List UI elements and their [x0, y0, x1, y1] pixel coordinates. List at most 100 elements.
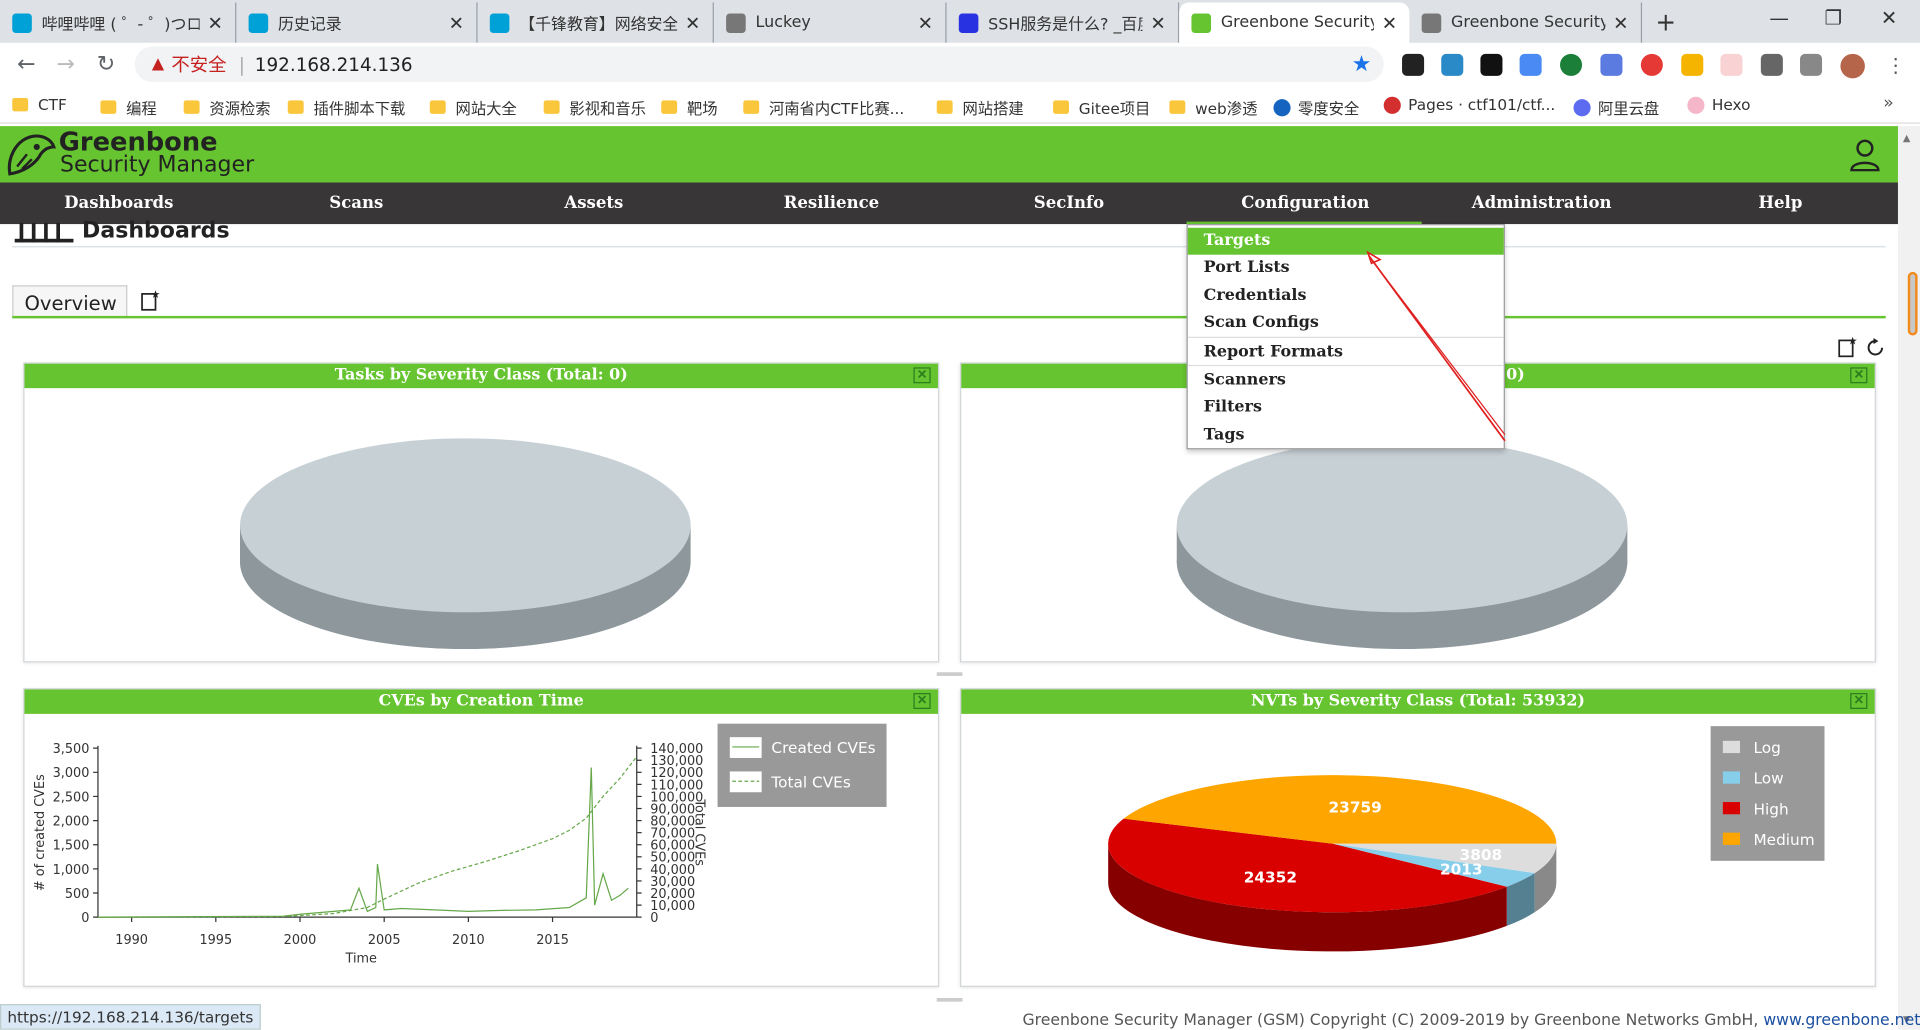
- close-panel-icon[interactable]: ✕: [1850, 367, 1868, 384]
- tab-close-icon[interactable]: ✕: [207, 12, 222, 34]
- bookmark-item[interactable]: 阿里云盘: [1573, 96, 1659, 119]
- close-panel-icon[interactable]: ✕: [913, 693, 931, 709]
- back-icon[interactable]: ←: [17, 51, 35, 77]
- scroll-up-icon[interactable]: ▲: [1903, 132, 1911, 143]
- browser-tab[interactable]: Greenbone Security M ✕: [1409, 2, 1643, 43]
- panel-title: Tasks by Severity Class (Total: 0) ✕: [24, 363, 938, 389]
- tab-close-icon[interactable]: ✕: [1150, 12, 1165, 34]
- extension-icon[interactable]: [1560, 53, 1583, 76]
- translate-icon[interactable]: [1519, 53, 1542, 76]
- url-text: 192.168.214.136: [254, 53, 413, 76]
- bookmark-item[interactable]: 资源检索: [183, 96, 271, 119]
- bookmark-item[interactable]: 靶场: [661, 96, 718, 119]
- bookmark-item[interactable]: web渗透: [1169, 96, 1257, 119]
- bookmark-item[interactable]: CTF: [12, 96, 67, 114]
- legend-label: Created CVEs: [771, 739, 875, 757]
- minimize-icon[interactable]: —: [1769, 6, 1789, 29]
- menu-scans[interactable]: Scans: [238, 182, 476, 224]
- bookmark-label: 影视和音乐: [569, 99, 646, 118]
- folder-icon: [1053, 100, 1069, 114]
- nvts-pie-chart: 380820132435223759LogLowHighMedium: [1108, 726, 1825, 952]
- bookmark-item[interactable]: 插件脚本下载: [287, 96, 405, 119]
- extension-icon[interactable]: [1480, 53, 1503, 76]
- bookmark-star-icon[interactable]: ★: [1352, 51, 1372, 77]
- forward-icon[interactable]: →: [56, 51, 74, 77]
- puzzle-icon[interactable]: [1760, 53, 1783, 76]
- folder-icon: [12, 97, 29, 112]
- close-window-icon[interactable]: ✕: [1881, 6, 1897, 29]
- menu-administration[interactable]: Administration: [1423, 182, 1661, 224]
- adblock-icon[interactable]: [1640, 53, 1663, 76]
- bookmark-item[interactable]: 编程: [100, 96, 157, 119]
- menu-configuration[interactable]: Configuration: [1187, 182, 1425, 224]
- bookmark-item[interactable]: Pages · ctf101/ctf...: [1383, 96, 1555, 114]
- screen: 哔哩哔哩 ( ゜- ゜)つロ 干 ✕ 历史记录 ✕ 【千锋教育】网络安全 ✕ Luckey ✕…: [0, 0, 1920, 1030]
- resize-handle[interactable]: [936, 997, 963, 1002]
- greenbone-icon: [1191, 12, 1212, 33]
- tab-title: Greenbone Security A: [1220, 13, 1375, 32]
- reading-list-icon[interactable]: [1800, 53, 1823, 76]
- bookmark-label: 网站搭建: [962, 99, 1024, 118]
- globe-icon: [1421, 12, 1442, 33]
- browser-tab[interactable]: 哔哩哔哩 ( ゜- ゜)つロ 干 ✕: [0, 2, 237, 43]
- bookmark-label: 零度安全: [1297, 99, 1360, 118]
- y-tick-label: 0: [81, 911, 89, 926]
- y-tick-label: 2,500: [53, 790, 90, 805]
- footer-link[interactable]: www.greenbone.net: [1763, 1011, 1920, 1029]
- menu-kebab-icon[interactable]: ⋮: [1886, 54, 1908, 77]
- extension-icon[interactable]: [1720, 53, 1743, 76]
- menu-assets[interactable]: Assets: [475, 182, 713, 224]
- extension-icon[interactable]: [1441, 53, 1464, 76]
- new-tab-button[interactable]: +: [1656, 7, 1677, 36]
- omnibox[interactable]: ▲ 不安全 | 192.168.214.136 ★: [134, 46, 1384, 83]
- reset-icon[interactable]: [1866, 337, 1886, 358]
- avatar[interactable]: [1840, 53, 1865, 79]
- reload-icon[interactable]: ↻: [97, 51, 115, 77]
- resize-handle[interactable]: [936, 672, 963, 676]
- page-title: Dashboards: [82, 217, 230, 244]
- tab-close-icon[interactable]: ✕: [685, 12, 700, 34]
- bookmark-item[interactable]: 河南省内CTF比赛...: [743, 96, 904, 119]
- more-bookmarks-icon[interactable]: »: [1883, 93, 1894, 113]
- browser-tab[interactable]: 【千锋教育】网络安全 ✕: [478, 2, 714, 43]
- y-tick-label: 500: [65, 887, 90, 902]
- close-panel-icon[interactable]: ✕: [1850, 693, 1868, 709]
- add-display-icon[interactable]: [1838, 336, 1858, 358]
- tab-close-icon[interactable]: ✕: [1613, 12, 1628, 34]
- browser-tab[interactable]: Luckey ✕: [714, 2, 947, 43]
- tab-overview[interactable]: Overview: [12, 285, 128, 319]
- tab-close-icon[interactable]: ✕: [1382, 12, 1397, 34]
- bilibili-icon: [489, 12, 510, 33]
- restore-icon[interactable]: ❐: [1825, 6, 1843, 29]
- y-tick-label: 2,000: [53, 814, 90, 829]
- panel-title: CVEs by Creation Time ✕: [24, 689, 938, 714]
- new-dashboard-icon[interactable]: [141, 290, 161, 311]
- browser-tab[interactable]: 历史记录 ✕: [236, 2, 478, 43]
- close-panel-icon[interactable]: ✕: [913, 367, 931, 384]
- menu-help[interactable]: Help: [1662, 182, 1900, 224]
- menu-resilience[interactable]: Resilience: [713, 182, 951, 224]
- tab-close-icon[interactable]: ✕: [449, 12, 464, 34]
- scrollbar-thumb[interactable]: [1907, 271, 1918, 336]
- bookmark-label: Gitee项目: [1078, 99, 1151, 118]
- bookmark-item[interactable]: 影视和音乐: [543, 96, 646, 119]
- nvts-panel: NVTs by Severity Class (Total: 53932) ✕ …: [960, 688, 1876, 987]
- bookmark-item[interactable]: Gitee项目: [1053, 96, 1150, 119]
- extension-icon[interactable]: [1681, 53, 1704, 76]
- bookmark-item[interactable]: 网站大全: [429, 96, 517, 119]
- legend-swatch: [1722, 771, 1741, 784]
- menu-secinfo[interactable]: SecInfo: [950, 182, 1188, 224]
- legend-swatch: [729, 737, 762, 758]
- browser-tab[interactable]: Greenbone Security A ✕: [1179, 2, 1410, 43]
- extension-icon[interactable]: [1402, 53, 1425, 76]
- bookmark-label: 阿里云盘: [1597, 99, 1660, 118]
- vertical-scrollbar[interactable]: [1897, 126, 1920, 1030]
- tab-close-icon[interactable]: ✕: [918, 12, 933, 34]
- tab-title: 历史记录: [277, 15, 342, 35]
- user-icon[interactable]: [1849, 137, 1881, 172]
- bookmark-item[interactable]: 网站搭建: [936, 96, 1024, 119]
- bookmark-item[interactable]: Hexo: [1687, 96, 1750, 114]
- browser-tab[interactable]: SSH服务是什么? _百度 ✕: [947, 2, 1180, 43]
- bookmark-item[interactable]: 零度安全: [1273, 96, 1359, 119]
- extension-icon[interactable]: [1600, 53, 1623, 76]
